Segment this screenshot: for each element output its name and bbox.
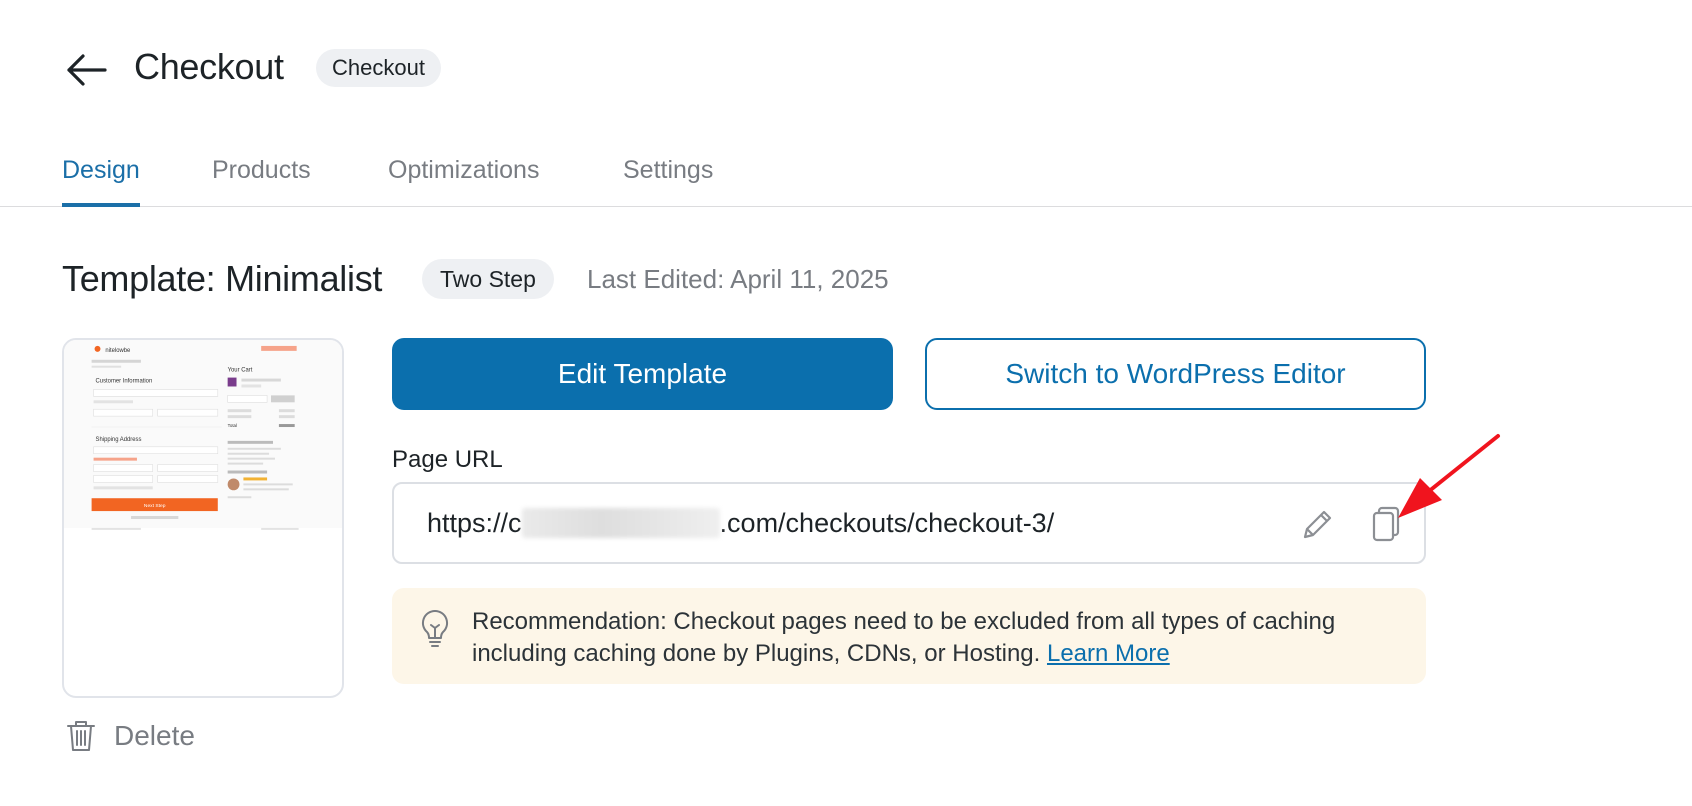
thumb-total: Total xyxy=(228,423,237,428)
recommendation-text: Recommendation: Checkout pages need to b… xyxy=(472,606,1402,670)
template-title: Template: Minimalist xyxy=(62,258,383,299)
annotation-arrow-icon xyxy=(1398,434,1500,518)
url-prefix: https://c xyxy=(427,508,522,538)
tab-settings[interactable]: Settings xyxy=(623,156,713,203)
last-edited-label: Last Edited: April 11, 2025 xyxy=(587,264,889,294)
template-thumbnail[interactable]: nitelowbe Customer Information Shipping … xyxy=(62,338,344,698)
thumb-brand: nitelowbe xyxy=(105,348,131,354)
page-url-label: Page URL xyxy=(392,446,503,473)
caching-recommendation: Recommendation: Checkout pages need to b… xyxy=(392,588,1426,684)
step-type-badge: Checkout xyxy=(316,49,441,87)
url-suffix: .com/checkouts/checkout-3/ xyxy=(719,508,1055,538)
redacted-domain xyxy=(521,508,720,538)
tab-products[interactable]: Products xyxy=(212,156,311,203)
tab-bar: Design Products Optimizations Settings xyxy=(0,150,1692,207)
thumb-your-cart: Your Cart xyxy=(228,368,253,374)
template-preview-image: nitelowbe Customer Information Shipping … xyxy=(64,340,342,530)
page-url-text[interactable]: https://c .com/checkouts/checkout-3/ xyxy=(427,508,1054,539)
tab-optimizations[interactable]: Optimizations xyxy=(388,156,539,203)
template-step-badge: Two Step xyxy=(422,259,554,299)
pencil-icon xyxy=(1303,510,1332,539)
switch-editor-button[interactable]: Switch to WordPress Editor xyxy=(925,338,1426,410)
lightbulb-icon xyxy=(421,609,449,647)
trash-icon xyxy=(67,721,95,751)
page-title: Checkout xyxy=(134,46,284,87)
page-url-field: https://c .com/checkouts/checkout-3/ xyxy=(392,482,1426,564)
learn-more-link[interactable]: Learn More xyxy=(1047,640,1170,667)
thumb-next-step: Next Step xyxy=(144,503,166,509)
edit-template-button[interactable]: Edit Template xyxy=(392,338,893,410)
delete-button[interactable]: Delete xyxy=(66,716,195,756)
tab-design[interactable]: Design xyxy=(62,156,140,207)
thumb-shipping-address: Shipping Address xyxy=(96,437,142,443)
arrow-left-icon xyxy=(67,54,107,86)
recommendation-message: Recommendation: Checkout pages need to b… xyxy=(472,608,1336,667)
thumb-customer-info: Customer Information xyxy=(96,379,153,385)
checkout-design-page: Checkout Checkout Design Products Optimi… xyxy=(0,0,1692,806)
edit-url-button[interactable] xyxy=(1298,506,1336,544)
back-button[interactable] xyxy=(64,48,108,92)
delete-label: Delete xyxy=(114,720,195,751)
